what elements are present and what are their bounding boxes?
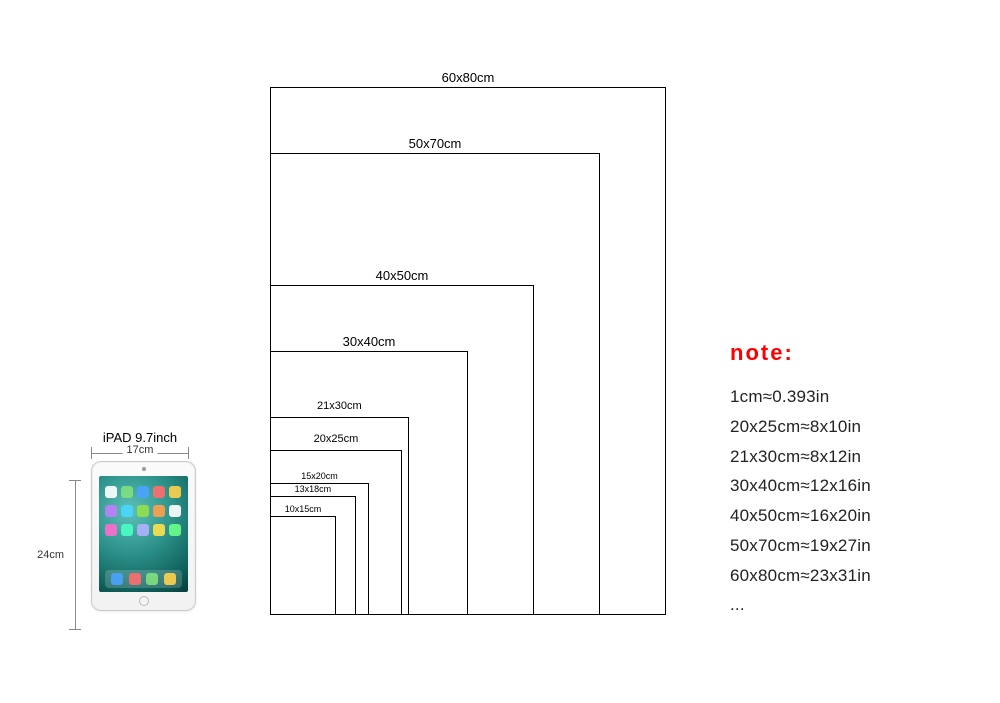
size-rect-label: 10x15cm xyxy=(283,504,324,514)
size-rect-label: 30x40cm xyxy=(341,334,398,349)
size-rect-label: 15x20cm xyxy=(299,471,340,481)
ipad-title: iPAD 9.7inch xyxy=(65,430,215,445)
ipad-height-label: 24cm xyxy=(37,549,64,561)
ipad-width-label: 17cm xyxy=(123,444,158,456)
size-rect-label: 50x70cm xyxy=(407,136,464,151)
size-rect-label: 21x30cm xyxy=(315,400,364,412)
size-rect-label: 40x50cm xyxy=(374,268,431,283)
note-title: note: xyxy=(730,340,960,366)
ipad-height-dimension: 24cm xyxy=(69,480,81,630)
note-panel: note: 1cm≈0.393in20x25cm≈8x10in21x30cm≈8… xyxy=(730,340,960,620)
ipad-reference: iPAD 9.7inch 17cm 24cm xyxy=(65,430,215,611)
ipad-width-dimension: 17cm xyxy=(91,447,189,459)
note-line: 20x25cm≈8x10in xyxy=(730,412,960,442)
ipad-device-icon xyxy=(91,461,196,611)
note-line: 21x30cm≈8x12in xyxy=(730,442,960,472)
size-comparison-rects: 60x80cm 50x70cm 40x50cm 30x40cm 21x30cm 20x25… xyxy=(270,55,670,615)
note-line: 50x70cm≈19x27in xyxy=(730,531,960,561)
note-line: ... xyxy=(730,590,960,620)
size-rect-10x15: 10x15cm xyxy=(270,516,336,615)
note-line: 60x80cm≈23x31in xyxy=(730,561,960,591)
note-line: 30x40cm≈12x16in xyxy=(730,471,960,501)
size-rect-label: 13x18cm xyxy=(293,484,334,494)
size-rect-label: 20x25cm xyxy=(312,433,361,445)
note-line: 40x50cm≈16x20in xyxy=(730,501,960,531)
size-rect-label: 60x80cm xyxy=(440,70,497,85)
note-lines: 1cm≈0.393in20x25cm≈8x10in21x30cm≈8x12in3… xyxy=(730,382,960,620)
note-line: 1cm≈0.393in xyxy=(730,382,960,412)
